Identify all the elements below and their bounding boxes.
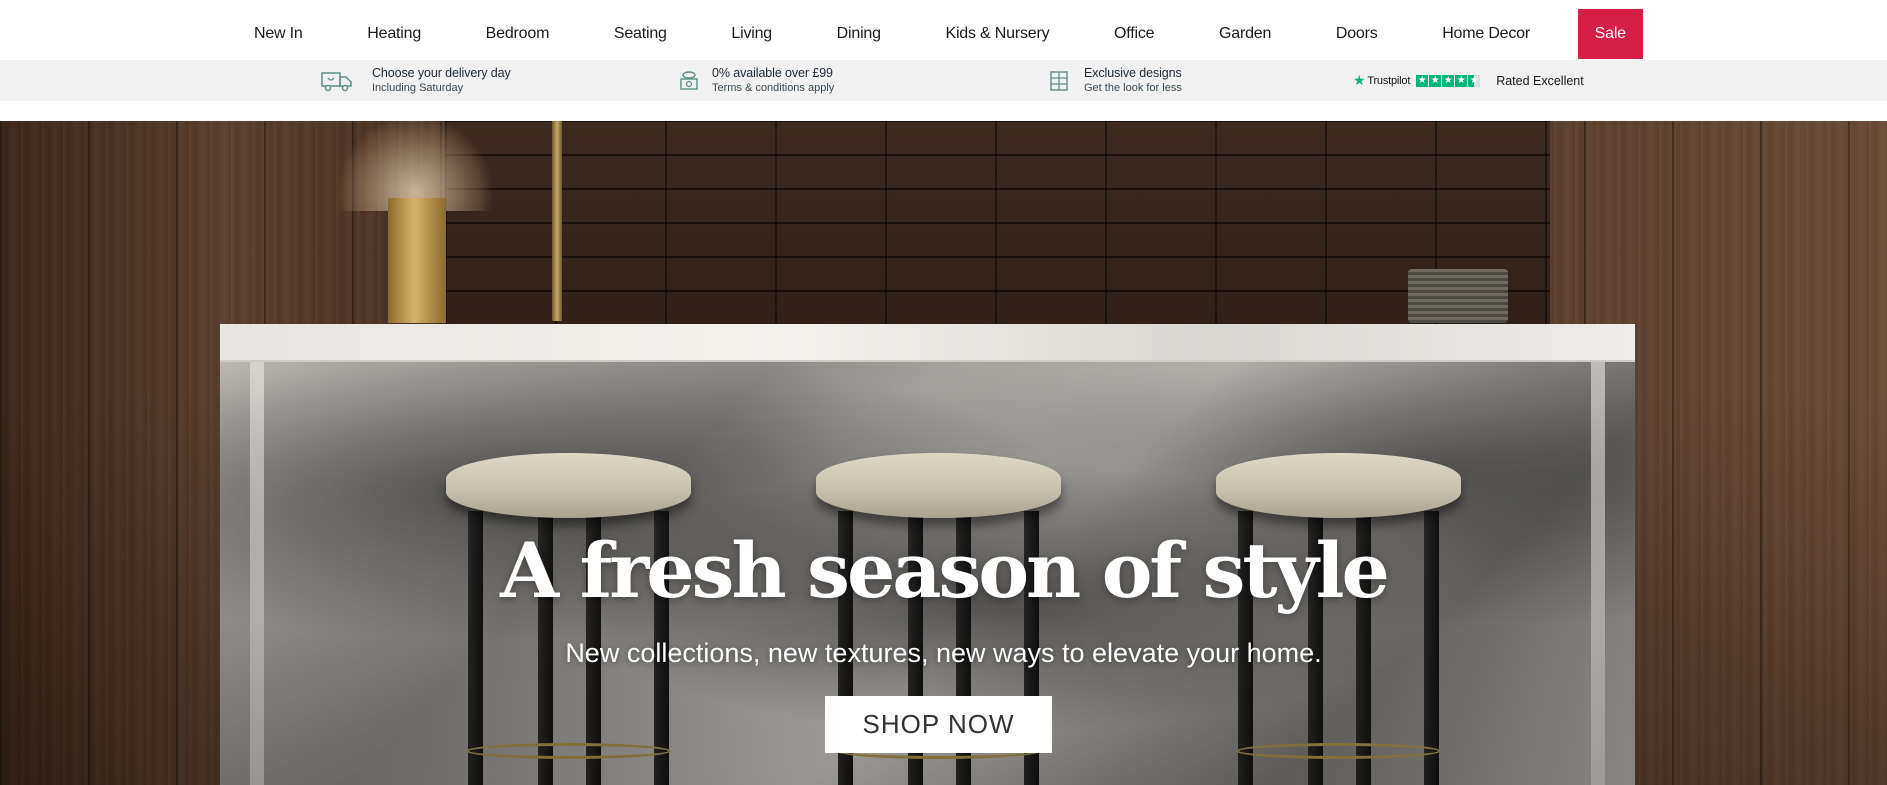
trustpilot-stars: ★ ★ ★ ★ ★ bbox=[1416, 74, 1481, 87]
shop-now-button[interactable]: SHOP NOW bbox=[825, 696, 1052, 753]
nav-item-doors[interactable]: Doors bbox=[1319, 9, 1395, 59]
usp-delivery-sub: Including Saturday bbox=[372, 81, 464, 94]
hero-banner[interactable]: A fresh season of style New collections,… bbox=[0, 121, 1887, 785]
star-icon: ★ bbox=[1416, 74, 1429, 87]
designs-grid-icon bbox=[1046, 68, 1072, 94]
usp-designs[interactable]: Exclusive designs Get the look for less bbox=[1046, 60, 1182, 101]
hero-subtitle: New collections, new textures, new ways … bbox=[565, 638, 1322, 668]
star-icon: ★ bbox=[1455, 74, 1468, 87]
usp-designs-title: Exclusive designs bbox=[1084, 65, 1182, 80]
hero-title: A fresh season of style bbox=[500, 526, 1390, 615]
trustpilot-star-icon: ★ bbox=[1353, 72, 1366, 88]
nav-item-dining[interactable]: Dining bbox=[820, 9, 898, 59]
usp-finance-title: 0% available over £99 bbox=[712, 65, 833, 80]
usp-delivery-title: Choose your delivery day bbox=[372, 65, 511, 80]
nav-item-living[interactable]: Living bbox=[714, 9, 789, 59]
half-star-icon: ★ bbox=[1468, 74, 1481, 87]
nav-item-garden[interactable]: Garden bbox=[1202, 9, 1288, 59]
nav-list: New In Heating Bedroom Seating Living Di… bbox=[237, 9, 1643, 59]
trustpilot-brand: Trustpilot bbox=[1367, 74, 1411, 87]
usp-delivery[interactable]: Choose your delivery day Including Satur… bbox=[320, 60, 511, 101]
trustpilot-rating-label: Rated Excellent bbox=[1496, 73, 1584, 88]
usp-strip: Choose your delivery day Including Satur… bbox=[0, 60, 1887, 101]
nav-item-sale[interactable]: Sale bbox=[1577, 9, 1643, 59]
money-stack-icon bbox=[676, 68, 702, 94]
nav-item-new-in[interactable]: New In bbox=[237, 9, 320, 59]
nav-item-bedroom[interactable]: Bedroom bbox=[469, 9, 567, 59]
star-icon: ★ bbox=[1442, 74, 1455, 87]
hero-content: A fresh season of style New collections,… bbox=[0, 121, 1887, 785]
nav-item-office[interactable]: Office bbox=[1097, 9, 1171, 59]
star-icon: ★ bbox=[1429, 74, 1442, 87]
nav-item-kids-nursery[interactable]: Kids & Nursery bbox=[928, 9, 1066, 59]
usp-finance[interactable]: 0% available over £99 Terms & conditions… bbox=[676, 60, 834, 101]
delivery-truck-icon bbox=[320, 68, 354, 94]
usp-finance-sub: Terms & conditions apply bbox=[712, 81, 835, 94]
nav-item-seating[interactable]: Seating bbox=[597, 9, 684, 59]
main-navigation: New In Heating Bedroom Seating Living Di… bbox=[0, 0, 1887, 60]
nav-item-heating[interactable]: Heating bbox=[350, 9, 438, 59]
trustpilot-logo: ★ Trustpilot bbox=[1353, 72, 1410, 89]
nav-item-home-decor[interactable]: Home Decor bbox=[1425, 9, 1547, 59]
usp-designs-sub: Get the look for less bbox=[1084, 81, 1182, 94]
trustpilot-widget[interactable]: ★ Trustpilot ★ ★ ★ ★ ★ Rated Excellent bbox=[1353, 60, 1584, 101]
